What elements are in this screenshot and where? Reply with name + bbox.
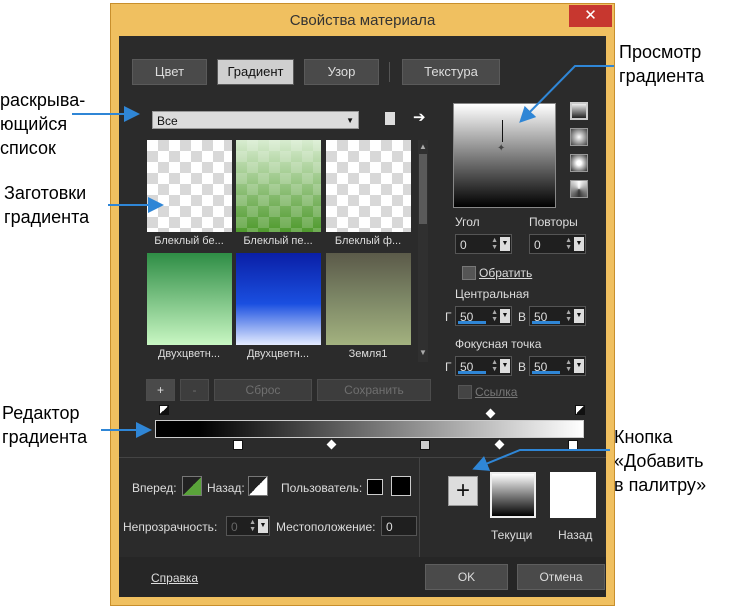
annotation-arrows [72,65,614,471]
annotation-arrow [472,449,610,471]
annotation-arrow [519,65,614,123]
